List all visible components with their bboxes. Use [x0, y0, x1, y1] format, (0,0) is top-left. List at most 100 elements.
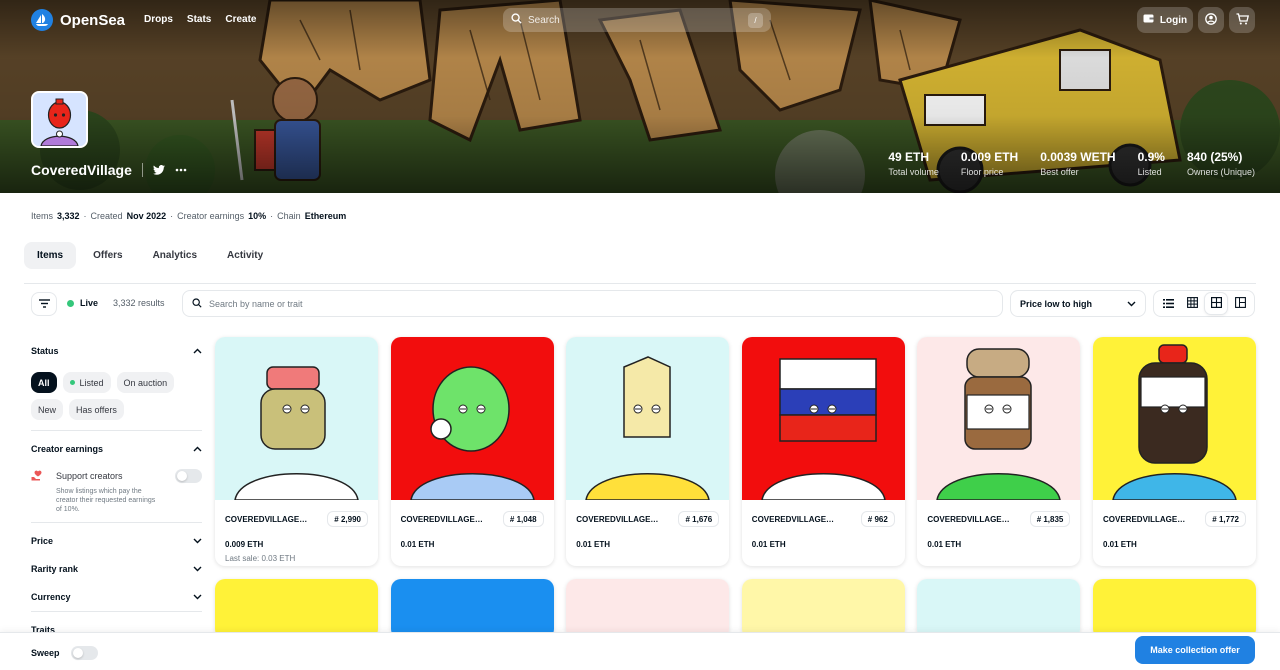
meta-dot: · [270, 211, 274, 221]
section-divider [31, 522, 202, 523]
nft-card[interactable] [1093, 579, 1256, 639]
nav-links: Drops Stats Create [144, 14, 257, 25]
status-chip-listed[interactable]: Listed [62, 372, 111, 393]
nft-card[interactable]: COVEREDVILLAGE #357 # 1,772 0.01 ETH [1093, 337, 1256, 566]
rarity-rank-section-header[interactable]: Rarity rank [31, 555, 202, 583]
nft-card-header: COVEREDVILLAGE #355 # 962 [752, 511, 895, 527]
global-search-input[interactable] [528, 14, 742, 26]
nft-card[interactable] [215, 579, 378, 639]
stat-value: 0.009 ETH [960, 150, 1019, 164]
filter-toggle-button[interactable] [31, 292, 57, 316]
support-creators-toggle[interactable] [175, 469, 202, 483]
stat-value: 840 (25%) [1186, 150, 1243, 164]
nft-price: 0.01 ETH [576, 540, 610, 549]
stat-label: Owners (Unique) [1186, 167, 1255, 177]
status-chip-all[interactable]: All [31, 372, 57, 393]
listed-dot-icon [69, 380, 75, 385]
nft-card[interactable]: COVEREDVILLAGE #355 # 962 0.01 ETH [741, 337, 905, 566]
heart-hand-icon [31, 469, 45, 487]
results-count: 3,332 results [113, 298, 165, 308]
tab-analytics[interactable]: Analytics [140, 242, 210, 269]
tab-activity[interactable]: Activity [214, 242, 276, 269]
view-large-grid-button[interactable] [1205, 293, 1227, 314]
live-dot-icon [67, 299, 74, 307]
nft-card[interactable] [390, 579, 554, 639]
price-section-header[interactable]: Price [31, 527, 202, 555]
header-divider [141, 163, 143, 177]
nft-title: COVEREDVILLAGE #30... [576, 514, 660, 524]
wallet-icon [1143, 14, 1154, 26]
view-detail-button[interactable] [1229, 293, 1251, 314]
nft-card-header: COVEREDVILLAGE #30... # 1,676 [576, 511, 720, 527]
stat-label: Listed [1137, 167, 1162, 177]
nav-actions: Login [1137, 7, 1255, 33]
sweep-toggle[interactable] [70, 646, 98, 660]
cart-button[interactable] [1229, 7, 1255, 33]
status-title: Status [31, 346, 59, 356]
nft-price: 0.01 ETH [751, 540, 786, 549]
nft-card-info: COVEREDVILLAGE #357 # 1,772 0.01 ETH [1093, 500, 1256, 549]
tab-items[interactable]: Items [24, 242, 77, 269]
currency-section-header[interactable]: Currency [31, 583, 202, 611]
status-chip-has-offers[interactable]: Has offers [69, 399, 124, 420]
stat-listed: 0.9% Listed [1138, 150, 1165, 177]
sort-dropdown[interactable]: Price low to high [1010, 290, 1146, 317]
nft-image [1093, 337, 1256, 500]
status-chip-on-auction[interactable]: On auction [116, 372, 175, 393]
status-chip-listed-label: Listed [79, 377, 104, 388]
nft-card-info: COVEREDVILLAGE #356 # 1,835 0.01 ETH [917, 500, 1080, 549]
nft-card[interactable]: COVEREDVILLAGE #22... # 2,990 0.009 ETH Las… [215, 337, 378, 566]
make-collection-offer-button[interactable]: Make collection offer [1135, 636, 1255, 664]
item-search-input[interactable] [209, 298, 993, 309]
collection-meta: Items 3,332 · Created Nov 2022 · Creator… [31, 211, 346, 221]
collection-avatar [31, 91, 88, 148]
creator-earnings-section-header[interactable]: Creator earnings [31, 435, 202, 463]
list-view-icon [1162, 295, 1174, 313]
collection-avatar-image [33, 93, 86, 146]
login-button[interactable]: Login [1137, 7, 1193, 33]
collection-name: CoveredVillage [31, 162, 132, 178]
nft-card[interactable]: COVEREDVILLAGE #21... # 1,048 0.01 ETH [390, 337, 554, 566]
status-chips: All Listed On auction New Has offers [31, 365, 202, 430]
tab-offers[interactable]: Offers [80, 242, 135, 269]
profile-button[interactable] [1198, 7, 1224, 33]
support-creators-text: Support creators Show listings which pay… [56, 469, 164, 514]
status-section-header[interactable]: Status [31, 337, 202, 365]
meta-dot: · [83, 211, 87, 221]
rarity-rank-badge: # 2,990 [327, 511, 368, 527]
nft-card-header: COVEREDVILLAGE #357 # 1,772 [1103, 511, 1246, 527]
meta-dot: · [170, 211, 174, 221]
more-options-icon[interactable] [175, 168, 187, 172]
nft-card[interactable] [566, 579, 730, 639]
live-label: Live [80, 298, 99, 308]
nav-link-create[interactable]: Create [225, 14, 256, 25]
nft-card[interactable]: COVEREDVILLAGE #356 # 1,835 0.01 ETH [917, 337, 1081, 566]
opensea-logo[interactable]: OpenSea [31, 9, 125, 31]
support-creators-row: Support creators Show listings which pay… [31, 463, 202, 522]
nft-card[interactable] [741, 579, 905, 639]
tabs-divider [24, 283, 1256, 284]
nav-link-drops[interactable]: Drops [144, 14, 173, 25]
view-small-grid-button[interactable] [1181, 293, 1203, 314]
global-search[interactable]: / [503, 8, 771, 32]
chevron-down-icon [1127, 299, 1136, 309]
stat-total-volume: 49 ETH Total volume [888, 150, 939, 177]
nft-title: COVEREDVILLAGE #21... [400, 514, 485, 524]
view-list-button[interactable] [1157, 293, 1179, 314]
nft-title: COVEREDVILLAGE #22... [225, 514, 309, 524]
nft-image [566, 579, 730, 639]
nft-price: 0.01 ETH [1103, 540, 1137, 549]
twitter-icon[interactable] [152, 165, 165, 175]
nft-card[interactable]: COVEREDVILLAGE #30... # 1,676 0.01 ETH [566, 337, 730, 566]
nft-last-sale: Last sale: 0.03 ETH [225, 554, 296, 563]
stat-label: Floor price [960, 167, 1004, 177]
nft-price: 0.009 ETH [225, 540, 264, 549]
meta-created-label: Created [90, 211, 123, 221]
nft-card[interactable] [917, 579, 1081, 639]
search-icon [511, 11, 522, 29]
chevron-up-icon [193, 346, 202, 356]
status-chip-new[interactable]: New [31, 399, 64, 420]
item-search[interactable] [182, 290, 1003, 317]
nav-link-stats[interactable]: Stats [187, 14, 211, 25]
chevron-down-icon [193, 536, 202, 546]
